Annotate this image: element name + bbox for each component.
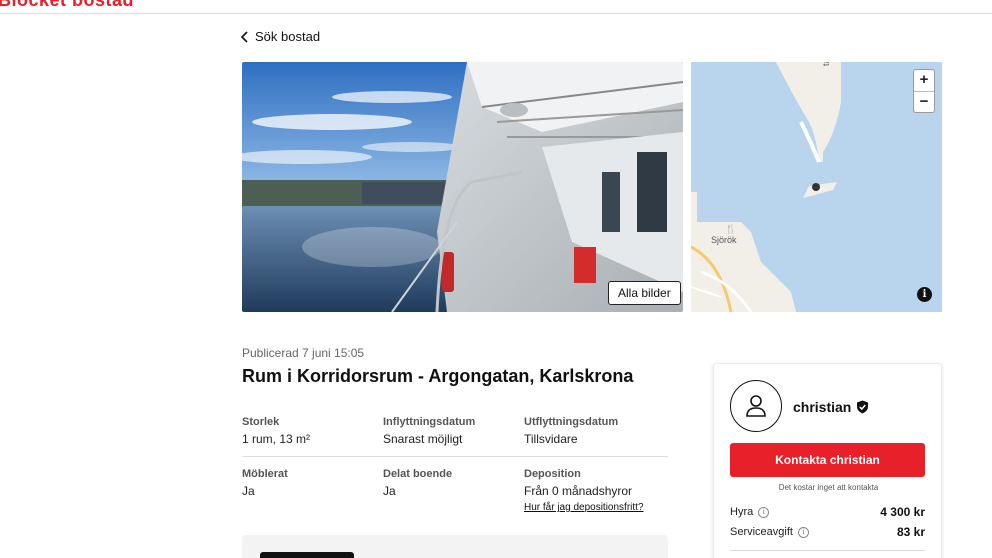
- info-icon[interactable]: i: [917, 287, 932, 302]
- divider: [730, 550, 925, 551]
- price-label: Serviceavgift: [730, 526, 793, 538]
- username-text: christian: [793, 399, 852, 415]
- location-map[interactable]: 🍴 Sjörök tan + − i: [691, 62, 942, 312]
- fact-value: Från 0 månadshyror: [524, 484, 633, 498]
- fact-move-in: Inflyttningsdatum Snarast möjligt: [383, 415, 524, 456]
- zoom-out-button[interactable]: −: [914, 91, 934, 112]
- contact-card: christian Kontakta christian Det kostar …: [713, 363, 942, 558]
- free-contact-note: Det kostar inget att kontakta: [778, 483, 879, 492]
- fact-label: Inflyttningsdatum: [383, 416, 476, 428]
- info-icon[interactable]: i: [758, 506, 770, 518]
- map-zoom-control: + −: [913, 69, 935, 113]
- avatar[interactable]: [730, 380, 782, 432]
- listing-title: Rum i Korridorsrum - Argongatan, Karlskr…: [242, 366, 634, 386]
- fact-label: Delat boende: [383, 468, 453, 480]
- bottom-card-button[interactable]: [260, 552, 354, 558]
- site-logo[interactable]: Blocket bostad: [0, 0, 134, 11]
- svg-text:🍴: 🍴: [725, 223, 736, 235]
- info-icon[interactable]: i: [797, 526, 809, 538]
- price-row-service-fee: Serviceavgift i 83 kr: [730, 525, 925, 539]
- published-date: Publicerad 7 juni 15:05: [242, 346, 365, 360]
- all-images-button[interactable]: Alla bilder: [608, 281, 681, 305]
- fact-value: Ja: [383, 484, 396, 498]
- fact-value: 1 rum, 13 m²: [242, 432, 311, 446]
- user-icon: [746, 395, 766, 417]
- price-value: 4 300 kr: [880, 505, 925, 519]
- verified-shield-icon: [857, 400, 869, 414]
- listing-facts: Storlek 1 rum, 13 m² Inflyttningsdatum S…: [242, 415, 668, 519]
- fact-size: Storlek 1 rum, 13 m²: [242, 415, 383, 456]
- back-link[interactable]: Sök bostad: [240, 29, 320, 44]
- fact-value: Ja: [242, 484, 255, 498]
- contact-button[interactable]: Kontakta christian: [730, 443, 925, 477]
- contact-username: christian: [793, 399, 869, 415]
- map-canvas: 🍴: [691, 62, 841, 312]
- ferry-deck-image: [242, 62, 683, 312]
- fact-label: Möblerat: [242, 468, 288, 480]
- fact-move-out: Utflyttningsdatum Tillsvidare: [524, 415, 665, 456]
- fact-shared: Delat boende Ja: [383, 467, 524, 519]
- bottom-card: [242, 535, 668, 558]
- top-bar: Blocket bostad: [0, 0, 992, 14]
- chevron-left-icon: [240, 30, 248, 43]
- fact-label: Deposition: [524, 468, 581, 480]
- facts-row: Storlek 1 rum, 13 m² Inflyttningsdatum S…: [242, 415, 668, 457]
- facts-row: Möblerat Ja Delat boende Ja Deposition F…: [242, 467, 668, 519]
- deposit-free-link[interactable]: Hur får jag depositionsfritt?: [524, 502, 665, 513]
- price-value: 83 kr: [896, 525, 925, 539]
- fact-furnished: Möblerat Ja: [242, 467, 383, 519]
- map-place-label: Sjörök: [711, 235, 737, 245]
- back-link-label: Sök bostad: [255, 29, 321, 44]
- price-label-group: Hyra i: [730, 506, 770, 518]
- fact-label: Storlek: [242, 416, 280, 428]
- map-street-label: tan: [821, 62, 831, 66]
- fact-value: Tillsvidare: [524, 432, 578, 446]
- listing-photo[interactable]: [242, 62, 683, 312]
- fact-value: Snarast möjligt: [383, 432, 463, 446]
- price-label: Hyra: [730, 506, 754, 518]
- zoom-in-button[interactable]: +: [914, 70, 934, 91]
- price-row-rent: Hyra i 4 300 kr: [730, 505, 925, 519]
- fact-label: Utflyttningsdatum: [524, 416, 619, 428]
- price-label-group: Serviceavgift i: [730, 526, 809, 538]
- fact-deposit: Deposition Från 0 månadshyror Hur får ja…: [524, 467, 665, 519]
